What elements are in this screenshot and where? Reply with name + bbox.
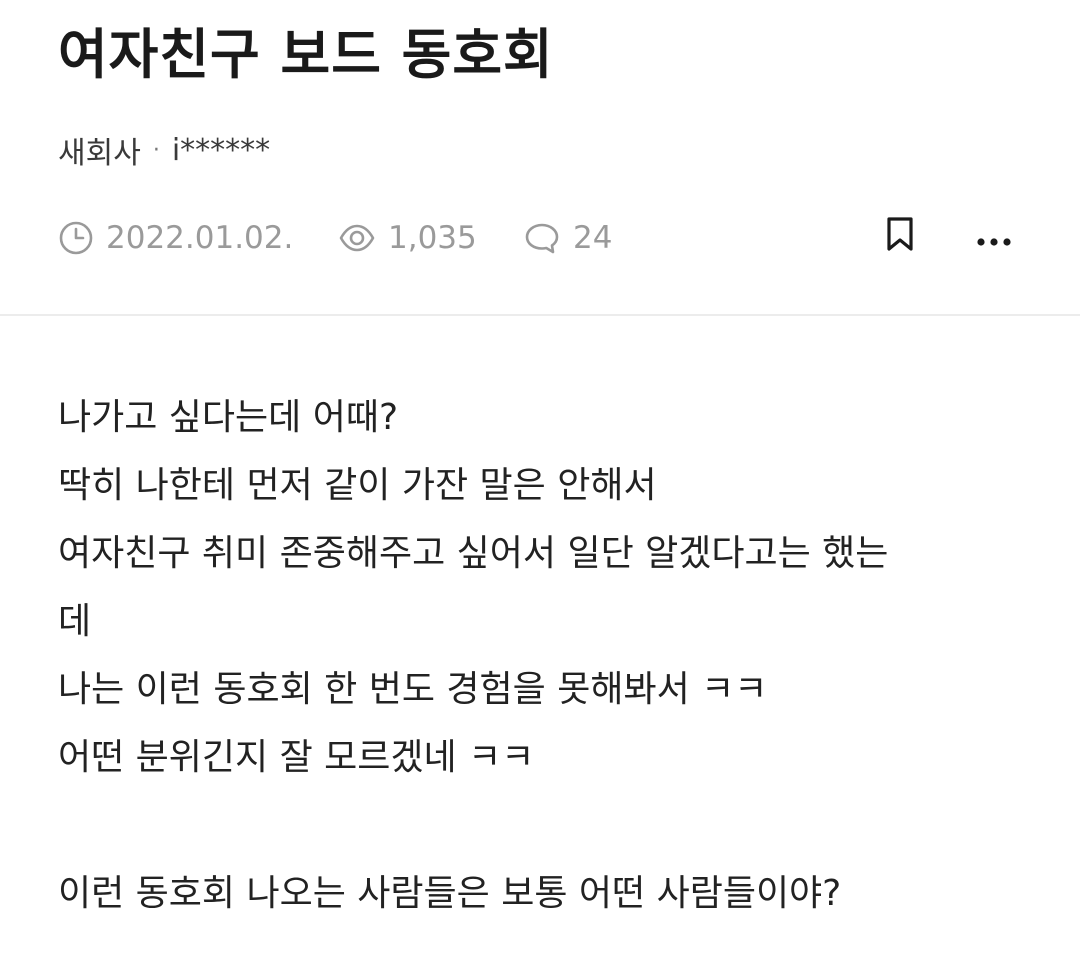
- author-name[interactable]: i******: [172, 133, 270, 168]
- body-line: 나가고 싶다는데 어때?: [58, 397, 399, 438]
- author-info: 새회사 · i******: [58, 128, 270, 172]
- eye-icon: [338, 220, 376, 256]
- more-dots-icon: [974, 220, 1014, 256]
- post-comments[interactable]: 24: [523, 220, 643, 256]
- body-blank-line: [58, 792, 1028, 860]
- bookmark-icon: [883, 215, 917, 261]
- board-name[interactable]: 새회사: [58, 128, 141, 172]
- date-text: 2022.01.02.: [106, 220, 294, 256]
- post-body: 나가고 싶다는데 어때? 딱히 나한테 먼저 같이 가잔 말은 안해서 여자친구…: [58, 384, 1028, 928]
- body-line: 이런 동호회 나오는 사람들은 보통 어떤 사람들이야?: [58, 873, 842, 914]
- clock-icon: [58, 220, 94, 256]
- more-options-button[interactable]: [966, 212, 1022, 264]
- body-line: 여자친구 취미 존중해주고 싶어서 일단 알겠다고는 했는: [58, 533, 889, 574]
- separator-dot: ·: [152, 137, 160, 163]
- speech-bubble-icon: [523, 220, 561, 256]
- header-divider: [0, 314, 1080, 316]
- body-line: 데: [58, 601, 92, 642]
- post-views: 1,035: [338, 220, 523, 256]
- post-date: 2022.01.02.: [58, 220, 338, 256]
- bookmark-button[interactable]: [872, 212, 928, 264]
- views-count: 1,035: [388, 220, 477, 256]
- comments-count: 24: [573, 220, 613, 256]
- post-title: 여자친구 보드 동호회: [58, 23, 554, 86]
- post-meta: 2022.01.02. 1,035 24: [58, 212, 1022, 264]
- body-line: 딱히 나한테 먼저 같이 가잔 말은 안해서: [58, 465, 657, 506]
- body-line: 나는 이런 동호회 한 번도 경험을 못해봐서 ㅋㅋ: [58, 669, 768, 710]
- body-line: 어떤 분위긴지 잘 모르겠네 ㅋㅋ: [58, 737, 535, 778]
